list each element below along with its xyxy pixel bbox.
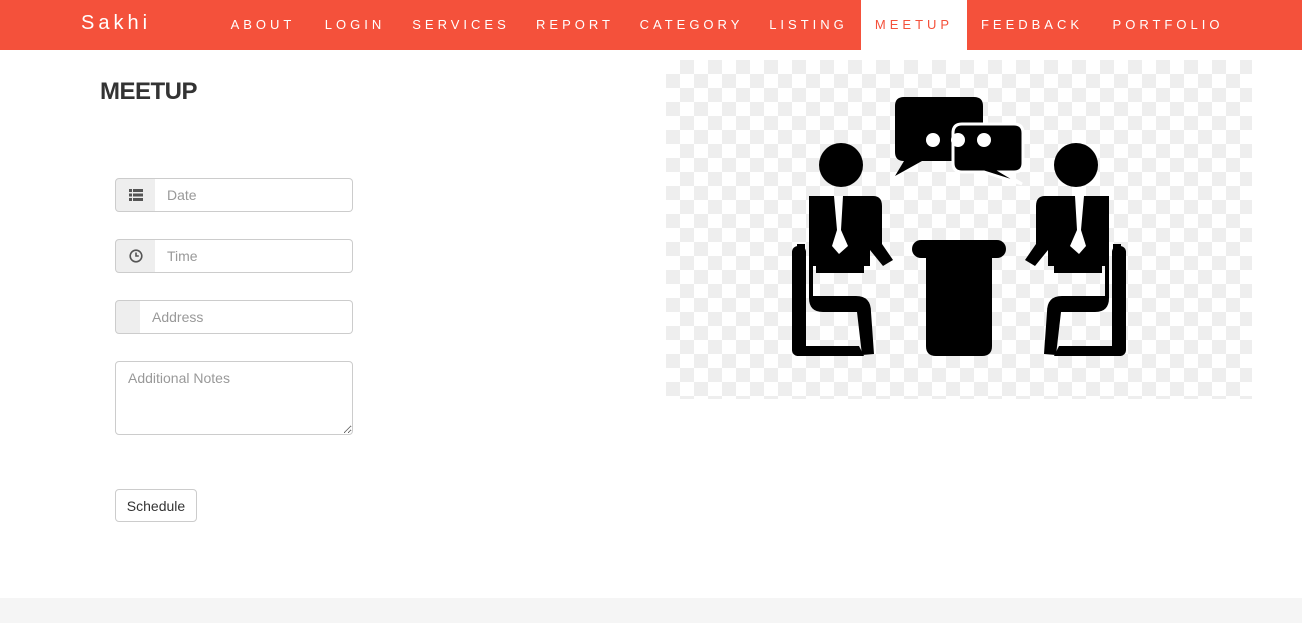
- nav-category[interactable]: CATEGORY: [628, 0, 755, 50]
- nav-report[interactable]: REPORT: [523, 0, 627, 50]
- address-input[interactable]: [140, 300, 353, 334]
- page-footer: [0, 598, 1302, 623]
- date-input-group: [115, 178, 353, 212]
- address-input-group: [115, 300, 353, 334]
- brand-logo[interactable]: Sakhi: [81, 12, 151, 35]
- nav-meetup[interactable]: MEETUP: [861, 0, 967, 50]
- nav-login[interactable]: LOGIN: [311, 0, 399, 50]
- nav-about[interactable]: ABOUT: [217, 0, 309, 50]
- nav-services[interactable]: SERVICES: [401, 0, 521, 50]
- time-input[interactable]: [155, 239, 353, 273]
- nav-portfolio[interactable]: PORTFOLIO: [1098, 0, 1238, 50]
- time-input-group: [115, 239, 353, 273]
- nav-listing[interactable]: LISTING: [757, 0, 860, 50]
- top-navbar: Sakhi ABOUT LOGIN SERVICES REPORT CATEGO…: [0, 0, 1302, 50]
- list-icon: [115, 178, 156, 212]
- business-meeting-icon: [666, 60, 1252, 399]
- address-addon: [115, 300, 141, 334]
- schedule-button[interactable]: Schedule: [115, 489, 197, 522]
- nav-feedback[interactable]: FEEDBACK: [968, 0, 1096, 50]
- date-input[interactable]: [155, 178, 353, 212]
- page-title: MEETUP: [100, 78, 198, 105]
- right-person-head: [1054, 143, 1098, 187]
- speech-bubble-front: [951, 122, 1025, 186]
- additional-notes-textarea[interactable]: [115, 361, 353, 435]
- clock-icon: [115, 239, 156, 273]
- left-person-head: [819, 143, 863, 187]
- meeting-table-top: [912, 240, 1006, 258]
